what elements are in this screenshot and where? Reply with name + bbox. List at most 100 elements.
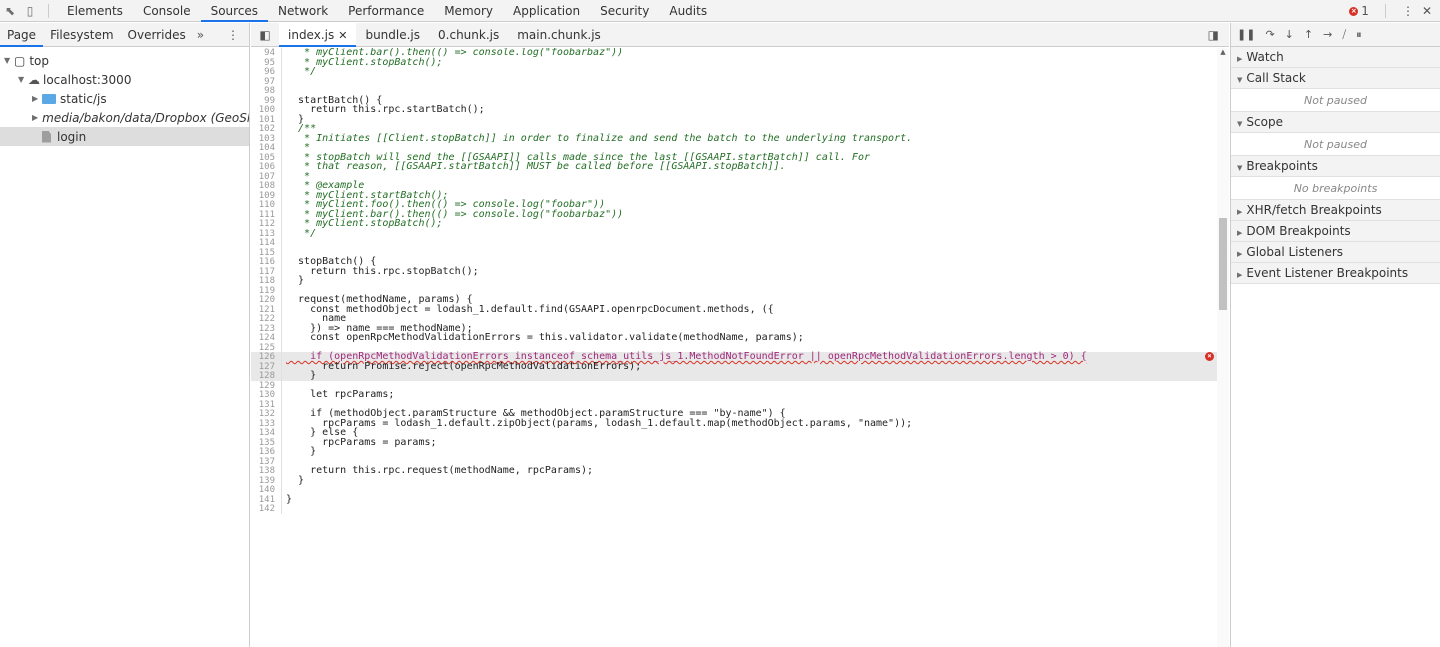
section-event-listener-breakpoints[interactable]: ▶ Event Listener Breakpoints	[1231, 263, 1440, 284]
editor-tab[interactable]: main.chunk.js	[508, 23, 610, 47]
editor-tab[interactable]: bundle.js	[356, 23, 429, 47]
line-number[interactable]: 109	[251, 191, 281, 201]
navigator-tab-overrides[interactable]: Overrides	[121, 23, 193, 47]
tab-security[interactable]: Security	[590, 0, 659, 22]
tree-item[interactable]: ▼ ▢ top	[0, 51, 249, 70]
tab-network[interactable]: Network	[268, 0, 338, 22]
line-number[interactable]: 107	[251, 172, 281, 182]
line-number[interactable]: 128	[251, 371, 281, 381]
line-number[interactable]: 100	[251, 105, 281, 115]
step-icon[interactable]: →	[1323, 28, 1332, 41]
tab-performance[interactable]: Performance	[338, 0, 434, 22]
step-over-icon[interactable]: ↷	[1265, 28, 1274, 41]
line-number[interactable]: 137	[251, 457, 281, 467]
line-number[interactable]: 114	[251, 238, 281, 248]
line-number[interactable]: 101	[251, 115, 281, 125]
error-counter[interactable]: × 1	[1349, 4, 1369, 18]
pause-icon[interactable]: ❚❚	[1237, 28, 1255, 41]
tree-item[interactable]: ▶ media/bakon/data/Dropbox (GeoSkyGl	[0, 108, 249, 127]
line-number[interactable]: 129	[251, 381, 281, 391]
line-number[interactable]: 94	[251, 48, 281, 58]
line-number[interactable]: 108	[251, 181, 281, 191]
line-number[interactable]: 106	[251, 162, 281, 172]
line-number[interactable]: 95	[251, 58, 281, 68]
section-global-listeners[interactable]: ▶ Global Listeners	[1231, 242, 1440, 263]
tree-item[interactable]: ▶ static/js	[0, 89, 249, 108]
line-number[interactable]: 110	[251, 200, 281, 210]
line-number[interactable]: 125	[251, 343, 281, 353]
line-number[interactable]: 142	[251, 504, 281, 514]
line-number[interactable]: 136	[251, 447, 281, 457]
line-number[interactable]: 97	[251, 77, 281, 87]
editor-scrollbar[interactable]: ▲	[1217, 48, 1229, 647]
toggle-navigator-icon[interactable]: ◧	[251, 28, 279, 42]
line-number[interactable]: 130	[251, 390, 281, 400]
line-number[interactable]: 103	[251, 134, 281, 144]
expand-arrow-icon[interactable]: ▶	[32, 94, 42, 103]
line-number[interactable]: 112	[251, 219, 281, 229]
expand-arrow-icon[interactable]: ▼	[4, 56, 14, 65]
tree-item[interactable]: ▼ ☁ localhost:3000	[0, 70, 249, 89]
device-toggle-icon[interactable]: ▯	[20, 0, 40, 22]
section-watch[interactable]: ▶ Watch	[1231, 47, 1440, 68]
line-number[interactable]: 98	[251, 86, 281, 96]
line-number[interactable]: 123	[251, 324, 281, 334]
section-xhr-fetch-breakpoints[interactable]: ▶ XHR/fetch Breakpoints	[1231, 200, 1440, 221]
editor-tab[interactable]: 0.chunk.js	[429, 23, 508, 47]
line-number[interactable]: 141	[251, 495, 281, 505]
line-number[interactable]: 135	[251, 438, 281, 448]
line-number[interactable]: 133	[251, 419, 281, 429]
scrollbar-thumb[interactable]	[1219, 218, 1227, 310]
section-dom-breakpoints[interactable]: ▶ DOM Breakpoints	[1231, 221, 1440, 242]
line-number[interactable]: 138	[251, 466, 281, 476]
line-number[interactable]: 127	[251, 362, 281, 372]
step-into-icon[interactable]: ↓	[1285, 28, 1294, 41]
line-number[interactable]: 118	[251, 276, 281, 286]
error-marker-icon[interactable]: ×	[1205, 352, 1214, 361]
tab-sources[interactable]: Sources	[200, 0, 269, 22]
pause-on-exceptions-icon[interactable]: ⏸	[1356, 28, 1362, 42]
line-number[interactable]: 140	[251, 485, 281, 495]
line-number[interactable]: 102	[251, 124, 281, 134]
line-number[interactable]: 126	[251, 352, 281, 362]
tab-elements[interactable]: Elements	[57, 0, 133, 22]
inspect-element-icon[interactable]: ⬉	[0, 0, 20, 22]
line-number[interactable]: 105	[251, 153, 281, 163]
section-scope[interactable]: ▼ Scope	[1231, 112, 1440, 133]
deactivate-breakpoints-icon[interactable]: ⧸	[1342, 28, 1346, 42]
navigator-tab-filesystem[interactable]: Filesystem	[43, 23, 120, 47]
line-number[interactable]: 120	[251, 295, 281, 305]
line-number[interactable]: 96	[251, 67, 281, 77]
step-out-icon[interactable]: ↑	[1304, 28, 1313, 41]
line-number[interactable]: 111	[251, 210, 281, 220]
line-number[interactable]: 131	[251, 400, 281, 410]
line-number[interactable]: 124	[251, 333, 281, 343]
close-devtools-icon[interactable]: ✕	[1422, 4, 1432, 18]
close-tab-icon[interactable]: ✕	[338, 29, 347, 42]
line-number[interactable]: 134	[251, 428, 281, 438]
toggle-debugger-icon[interactable]: ◨	[1208, 28, 1219, 42]
navigator-tab-page[interactable]: Page	[0, 23, 44, 47]
tab-memory[interactable]: Memory	[434, 0, 503, 22]
line-number[interactable]: 119	[251, 286, 281, 296]
line-number[interactable]: 121	[251, 305, 281, 315]
editor-tab[interactable]: index.js ✕	[279, 22, 357, 47]
line-number[interactable]: 116	[251, 257, 281, 267]
line-number[interactable]: 115	[251, 248, 281, 258]
expand-arrow-icon[interactable]: ▼	[18, 75, 28, 84]
navigator-menu-icon[interactable]: ⋮	[227, 28, 239, 42]
line-number[interactable]: 122	[251, 314, 281, 324]
scroll-up-icon[interactable]: ▲	[1217, 48, 1229, 60]
more-tabs-button[interactable]: »	[197, 28, 204, 42]
tab-audits[interactable]: Audits	[659, 0, 717, 22]
line-number[interactable]: 139	[251, 476, 281, 486]
tab-application[interactable]: Application	[503, 0, 590, 22]
line-number[interactable]: 132	[251, 409, 281, 419]
line-number[interactable]: 104	[251, 143, 281, 153]
section-breakpoints[interactable]: ▼ Breakpoints	[1231, 156, 1440, 177]
tab-console[interactable]: Console	[133, 0, 201, 22]
line-number[interactable]: 113	[251, 229, 281, 239]
kebab-menu-icon[interactable]: ⋮	[1402, 4, 1414, 18]
line-number[interactable]: 117	[251, 267, 281, 277]
source-view[interactable]: 94 * myClient.bar().then(() => console.l…	[251, 48, 1217, 647]
